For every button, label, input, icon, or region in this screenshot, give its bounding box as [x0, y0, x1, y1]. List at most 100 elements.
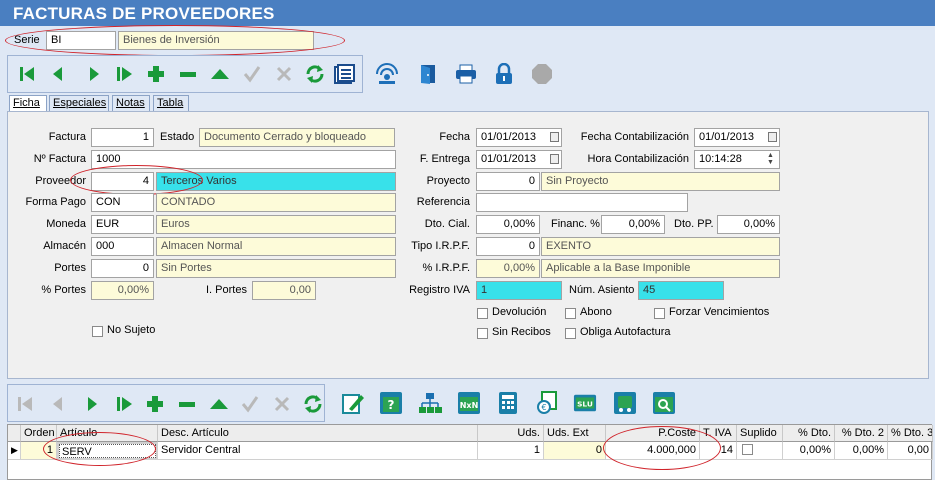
cell-orden[interactable]: 1: [21, 442, 57, 460]
up-icon[interactable]: [208, 62, 232, 86]
stop-icon[interactable]: [530, 62, 554, 86]
tipo-irpf-input[interactable]: 0: [476, 237, 540, 256]
almacen-input[interactable]: 000: [91, 237, 154, 256]
no-sujeto-checkbox[interactable]: [92, 326, 103, 337]
lines-next-icon[interactable]: [80, 392, 104, 416]
cell-uds-ext[interactable]: 0: [544, 442, 606, 460]
proveedor-code-input[interactable]: 4: [91, 172, 154, 191]
edit-lines-icon[interactable]: [341, 391, 365, 415]
cell-dto3[interactable]: 0,00: [888, 442, 933, 460]
cancel-icon[interactable]: [272, 62, 296, 86]
estado-label: Estado: [160, 131, 195, 143]
list-icon[interactable]: [332, 62, 356, 86]
cell-desc[interactable]: Servidor Central: [158, 442, 478, 460]
lines-last-icon[interactable]: [112, 392, 136, 416]
nfactura-input[interactable]: 1000: [91, 150, 396, 169]
dto-cial-input[interactable]: 0,00%: [476, 215, 540, 234]
lines-remove-icon[interactable]: [175, 392, 199, 416]
serie-label: Serie: [14, 34, 40, 46]
exit-door-icon[interactable]: [416, 62, 440, 86]
nxn-lines-icon[interactable]: NxN: [457, 391, 481, 415]
cell-pcoste[interactable]: 4.000,000: [606, 442, 700, 460]
lines-refresh-icon[interactable]: [301, 392, 325, 416]
first-icon[interactable]: [16, 62, 40, 86]
last-icon[interactable]: [112, 62, 136, 86]
grid-header-uds-ext[interactable]: Uds. Ext: [544, 425, 606, 442]
prev-icon[interactable]: [46, 62, 70, 86]
referencia-input[interactable]: [476, 193, 688, 212]
i-portes-label: I. Portes: [206, 284, 247, 296]
lines-prev-icon[interactable]: [46, 392, 70, 416]
factura-input[interactable]: 1: [91, 128, 154, 147]
add-icon[interactable]: [144, 62, 168, 86]
abono-checkbox[interactable]: [565, 308, 576, 319]
remove-icon[interactable]: [176, 62, 200, 86]
financ-input[interactable]: 0,00%: [601, 215, 665, 234]
grid-header-orden[interactable]: Orden: [21, 425, 57, 442]
cell-tiva[interactable]: 14: [700, 442, 737, 460]
suplido-checkbox[interactable]: [742, 444, 753, 455]
grid-header-desc[interactable]: Desc. Artículo: [158, 425, 478, 442]
nfactura-label: Nº Factura: [33, 153, 86, 165]
transport-icon[interactable]: [613, 391, 637, 415]
printer-icon[interactable]: [454, 62, 478, 86]
lines-check-icon[interactable]: [238, 392, 262, 416]
cell-dto2[interactable]: 0,00%: [835, 442, 888, 460]
search-lines-icon[interactable]: [652, 391, 676, 415]
grid-header-tiva[interactable]: T. IVA: [700, 425, 737, 442]
slu-icon[interactable]: SLU: [573, 391, 597, 415]
hora-contab-label: Hora Contabilización: [587, 153, 690, 165]
hora-spinner-icon[interactable]: ▲ ▼: [764, 152, 777, 167]
pct-irpf-name: Aplicable a la Base Imponible: [541, 259, 780, 278]
tree-lines-icon[interactable]: [418, 391, 442, 415]
obliga-autofactura-checkbox[interactable]: [565, 328, 576, 339]
forma-pago-input[interactable]: CON: [91, 193, 154, 212]
moneda-input[interactable]: EUR: [91, 215, 154, 234]
row-selector-icon[interactable]: ▶: [8, 442, 21, 460]
proyecto-code-input[interactable]: 0: [476, 172, 540, 191]
fecha-contab-calendar-icon[interactable]: [768, 132, 777, 142]
dto-pp-input[interactable]: 0,00%: [717, 215, 780, 234]
moneda-name: Euros: [156, 215, 396, 234]
svg-text:?: ?: [388, 398, 395, 412]
no-sujeto-label: No Sujeto: [107, 324, 156, 336]
check-icon[interactable]: [240, 62, 264, 86]
factura-label: Factura: [48, 131, 86, 143]
calculator-lines-icon[interactable]: [496, 391, 520, 415]
lines-cancel-icon[interactable]: [270, 392, 294, 416]
cell-dto[interactable]: 0,00%: [783, 442, 835, 460]
f-entrega-calendar-icon[interactable]: [550, 154, 559, 164]
cell-articulo[interactable]: SERV: [57, 442, 158, 460]
serie-code-input[interactable]: BI: [46, 31, 116, 50]
obliga-autofactura-label: Obliga Autofactura: [580, 326, 671, 338]
tab-notas[interactable]: Notas: [112, 95, 150, 112]
cell-uds[interactable]: 1: [478, 442, 544, 460]
pct-portes-label: % Portes: [41, 284, 86, 296]
tab-tabla[interactable]: Tabla: [153, 95, 189, 112]
forzar-vencimientos-checkbox[interactable]: [654, 308, 665, 319]
grid-header-uds[interactable]: Uds.: [478, 425, 544, 442]
fecha-calendar-icon[interactable]: [550, 132, 559, 142]
help-lines-icon[interactable]: ?: [379, 391, 403, 415]
tab-especiales[interactable]: Especiales: [49, 95, 109, 112]
lines-first-icon[interactable]: [14, 392, 38, 416]
grid-header-suplido[interactable]: Suplido: [737, 425, 783, 442]
grid-header-dto[interactable]: % Dto.: [783, 425, 835, 442]
lines-up-icon[interactable]: [207, 392, 231, 416]
sin-recibos-checkbox[interactable]: [477, 328, 488, 339]
lines-add-icon[interactable]: [143, 392, 167, 416]
almacen-name: Almacen Normal: [156, 237, 396, 256]
refresh-icon[interactable]: [303, 62, 327, 86]
devolucion-checkbox[interactable]: [477, 308, 488, 319]
signal-icon[interactable]: [375, 62, 399, 86]
grid-header-dto2[interactable]: % Dto. 2: [835, 425, 888, 442]
lock-icon[interactable]: [492, 62, 516, 86]
portes-input[interactable]: 0: [91, 259, 154, 278]
next-icon[interactable]: [82, 62, 106, 86]
euro-document-icon[interactable]: €: [536, 391, 560, 415]
grid-header-pcoste[interactable]: P.Coste: [606, 425, 700, 442]
grid-header-dto3[interactable]: % Dto. 3: [888, 425, 933, 442]
grid-header-articulo[interactable]: Artículo: [57, 425, 158, 442]
pct-irpf-label: % I.R.P.F.: [422, 262, 470, 274]
cell-suplido[interactable]: [737, 442, 783, 460]
